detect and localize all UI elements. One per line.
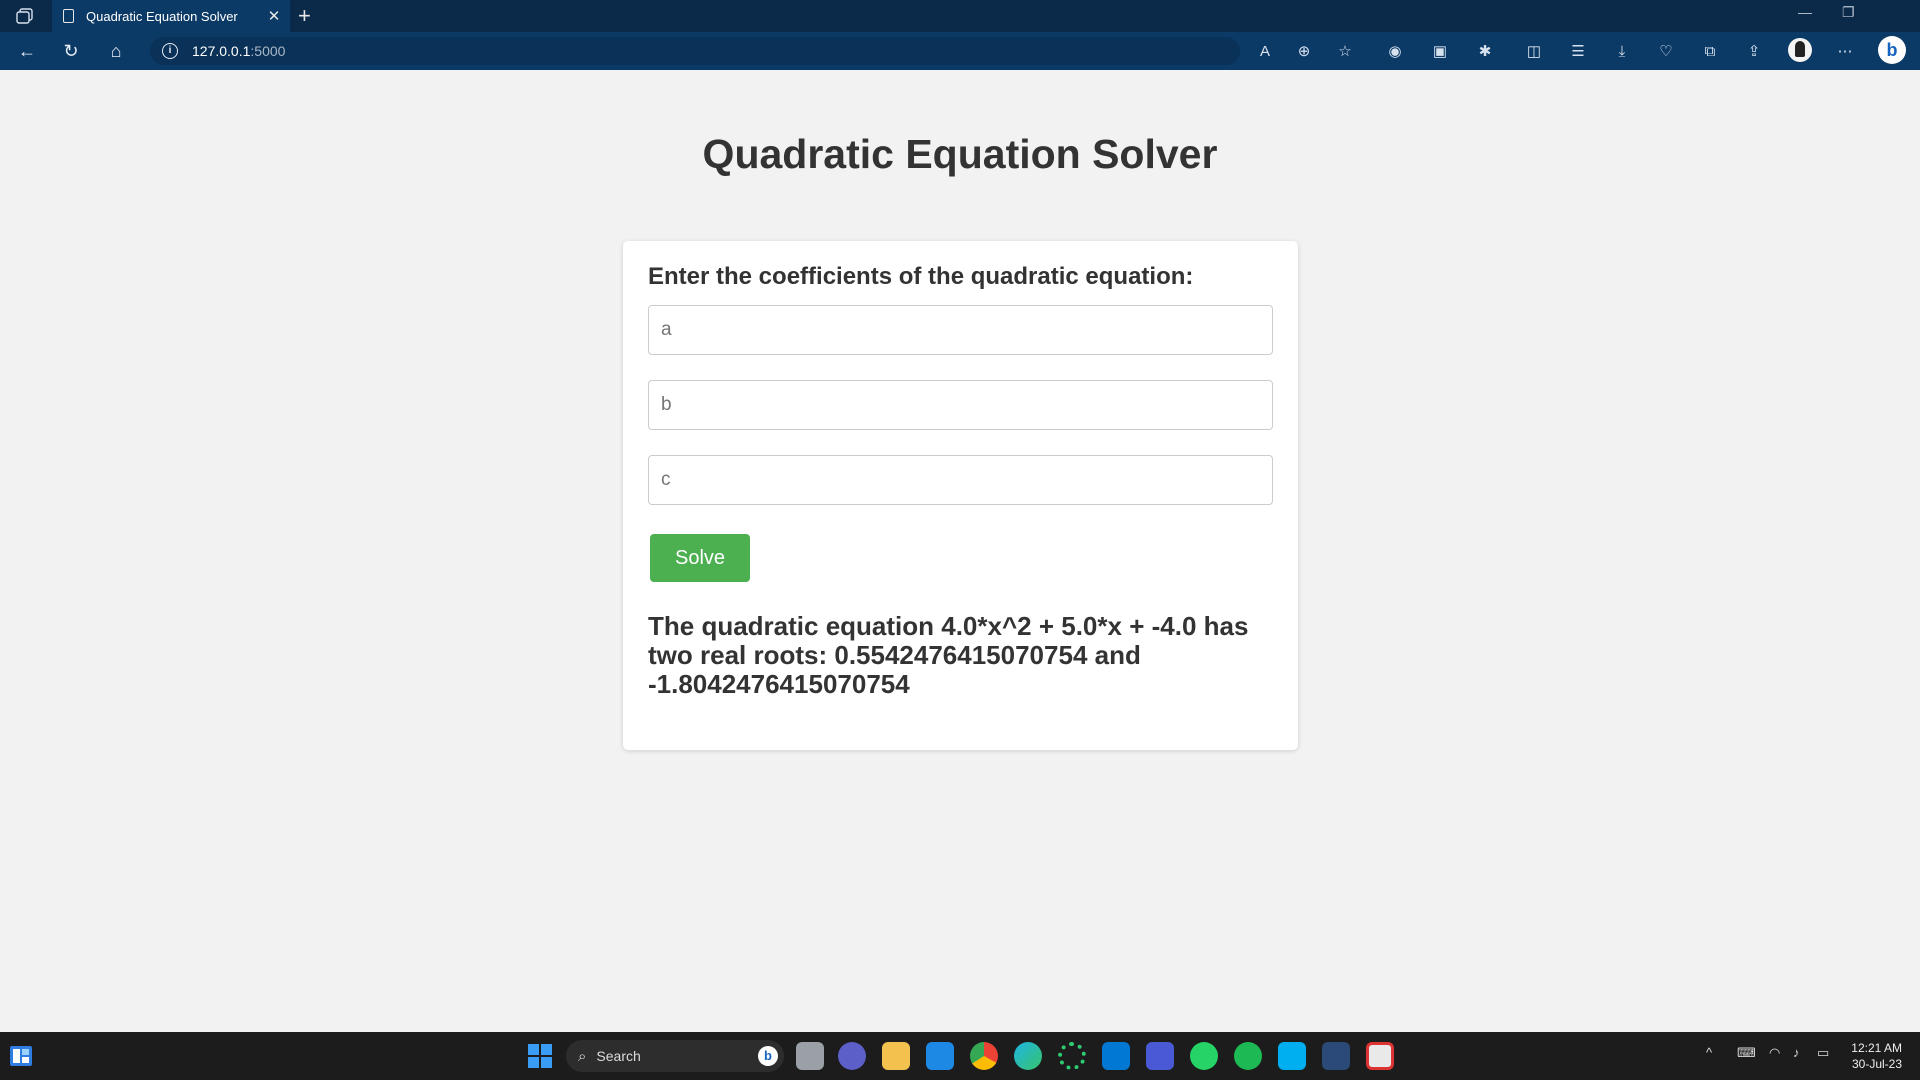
share-icon[interactable]: ⇪	[1743, 40, 1765, 62]
restore-button[interactable]: ❐	[1842, 4, 1855, 21]
clock-time: 12:21 AM	[1851, 1041, 1902, 1055]
chrome-icon[interactable]	[970, 1042, 998, 1070]
bing-icon: b	[758, 1046, 778, 1066]
close-tab-icon[interactable]: ✕	[262, 7, 286, 25]
skype-icon[interactable]	[1278, 1042, 1306, 1070]
widgets-icon[interactable]	[10, 1046, 32, 1066]
favorite-star-icon[interactable]: ☆	[1334, 40, 1356, 62]
browser-tab[interactable]: Quadratic Equation Solver ✕	[52, 0, 290, 32]
page-icon	[63, 9, 74, 23]
battery-icon[interactable]: ▭	[1817, 1045, 1829, 1061]
mail-icon[interactable]	[926, 1042, 954, 1070]
volume-icon[interactable]: ♪	[1793, 1045, 1800, 1060]
clock-date: 30-Jul-23	[1851, 1057, 1902, 1071]
bing-copilot-icon[interactable]: b	[1878, 36, 1906, 64]
app-icon[interactable]	[1146, 1042, 1174, 1070]
solver-form-card: Enter the coefficients of the quadratic …	[623, 241, 1298, 750]
browser-tab-bar: Quadratic Equation Solver ✕ + — ❐	[0, 0, 1920, 32]
more-options-icon[interactable]: ⋯	[1834, 40, 1856, 62]
new-tab-button[interactable]: +	[298, 3, 311, 29]
coefficient-b-input[interactable]	[648, 380, 1273, 430]
minimize-button[interactable]: —	[1798, 4, 1812, 20]
back-arrow-icon[interactable]: ←	[16, 40, 38, 62]
browser-essentials-icon[interactable]: ♡	[1655, 40, 1677, 62]
keyboard-icon[interactable]: ⌨	[1737, 1045, 1756, 1061]
coefficient-c-input[interactable]	[648, 455, 1273, 505]
read-aloud-icon[interactable]: A	[1254, 40, 1276, 62]
form-heading: Enter the coefficients of the quadratic …	[648, 263, 1194, 290]
file-explorer-icon[interactable]	[882, 1042, 910, 1070]
taskbar-clock[interactable]: 12:21 AM 30-Jul-23	[1842, 1040, 1902, 1072]
result-text: The quadratic equation 4.0*x^2 + 5.0*x +…	[648, 611, 1249, 699]
tab-actions-icon[interactable]	[16, 8, 34, 24]
taskbar-search[interactable]: ⌕ Search b	[566, 1040, 784, 1072]
extensions-puzzle-icon[interactable]: ✱	[1474, 40, 1496, 62]
address-bar[interactable]: i 127.0.0.1:5000	[150, 37, 1240, 65]
split-screen-icon[interactable]: ◫	[1523, 40, 1545, 62]
app-icon[interactable]	[1322, 1042, 1350, 1070]
extension-icon[interactable]: ◉	[1384, 40, 1406, 62]
coefficient-a-input[interactable]	[648, 305, 1273, 355]
show-hidden-icons-chevron-icon[interactable]: ^	[1706, 1045, 1712, 1060]
url-text: 127.0.0.1:5000	[192, 43, 286, 59]
teams-chat-icon[interactable]	[838, 1042, 866, 1070]
search-label: Search	[596, 1048, 641, 1064]
refresh-icon[interactable]: ↻	[60, 40, 82, 62]
spotify-icon[interactable]	[1234, 1042, 1262, 1070]
edge-icon[interactable]	[1014, 1042, 1042, 1070]
windows-taskbar	[0, 1032, 1920, 1080]
search-icon: ⌕	[578, 1047, 587, 1065]
snipping-tool-icon[interactable]	[1366, 1042, 1394, 1070]
downloads-icon[interactable]: ⤓	[1611, 40, 1633, 62]
favorites-icon[interactable]: ☰	[1567, 40, 1589, 62]
wifi-icon[interactable]: ◠	[1769, 1045, 1780, 1061]
home-icon[interactable]: ⌂	[105, 40, 127, 62]
page-title: Quadratic Equation Solver	[702, 131, 1218, 177]
app-icon[interactable]	[1058, 1042, 1086, 1070]
site-info-icon[interactable]: i	[162, 43, 178, 59]
zoom-icon[interactable]: ⊕	[1293, 40, 1315, 62]
tab-title: Quadratic Equation Solver	[86, 8, 238, 24]
solve-button[interactable]: Solve	[650, 534, 750, 582]
extension-icon[interactable]: ▣	[1429, 40, 1451, 62]
collections-icon[interactable]: ⧉	[1699, 40, 1721, 62]
vscode-icon[interactable]	[1102, 1042, 1130, 1070]
windows-start-icon[interactable]	[528, 1044, 552, 1068]
task-view-icon[interactable]	[796, 1042, 824, 1070]
profile-avatar[interactable]	[1788, 38, 1812, 62]
whatsapp-icon[interactable]	[1190, 1042, 1218, 1070]
